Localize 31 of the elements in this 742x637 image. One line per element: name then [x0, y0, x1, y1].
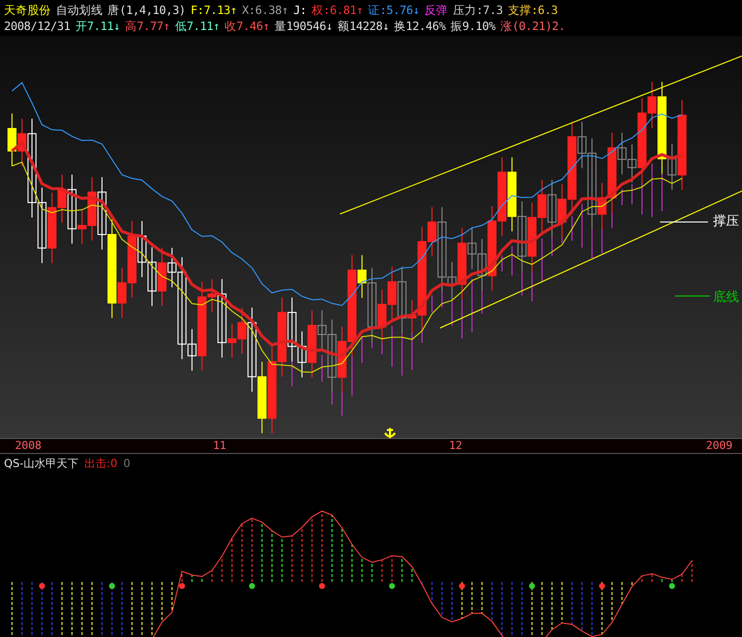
quote-field: 权:6.81↑ — [312, 2, 364, 18]
quote-field: 低7.11↑ — [174, 18, 220, 34]
legend-label: 撑压 — [713, 213, 739, 230]
quote-field: 自动划线 — [56, 2, 103, 18]
quote-field: 反弹 — [424, 2, 448, 18]
indicator-name: QS-山水甲天下 — [4, 456, 79, 470]
quote-field: 振9.10% — [450, 18, 496, 34]
quote-field: X:6.38↑ — [242, 2, 288, 18]
date-label: 2009 — [706, 439, 732, 453]
anchor-icon — [383, 427, 397, 439]
date-label: 12 — [449, 439, 462, 453]
quote-field: J: — [293, 2, 307, 18]
quote-field: 2008/12/31 — [4, 18, 70, 34]
quote-field: 涨(0.21)2. — [500, 18, 566, 34]
quote-field: 支撑:6.3 — [508, 2, 558, 18]
date-label: 11 — [213, 439, 226, 453]
indicator-signal: 出击:0 — [84, 456, 118, 470]
date-label: 2008 — [15, 439, 42, 453]
quote-field: 量190546↓ — [274, 18, 333, 34]
quote-field: 换12.46% — [394, 18, 446, 34]
quote-field: 压力:7.3 — [452, 2, 503, 18]
quote-field: F:7.13↑ — [190, 2, 237, 18]
quote-field: 唐(1,4,10,3) — [108, 2, 186, 18]
quote-field: 天奇股份 — [4, 2, 51, 18]
quote-field: 开7.11↓ — [75, 18, 120, 34]
quote-field: 收7.46↑ — [224, 18, 270, 34]
quote-field: 高7.77↑ — [125, 18, 170, 34]
quote-field: 额14228↓ — [338, 18, 390, 34]
quote-field: 证:5.76↓ — [368, 2, 420, 18]
indicator-value: 0 — [123, 456, 130, 470]
legend-label: 底线 — [713, 289, 739, 306]
